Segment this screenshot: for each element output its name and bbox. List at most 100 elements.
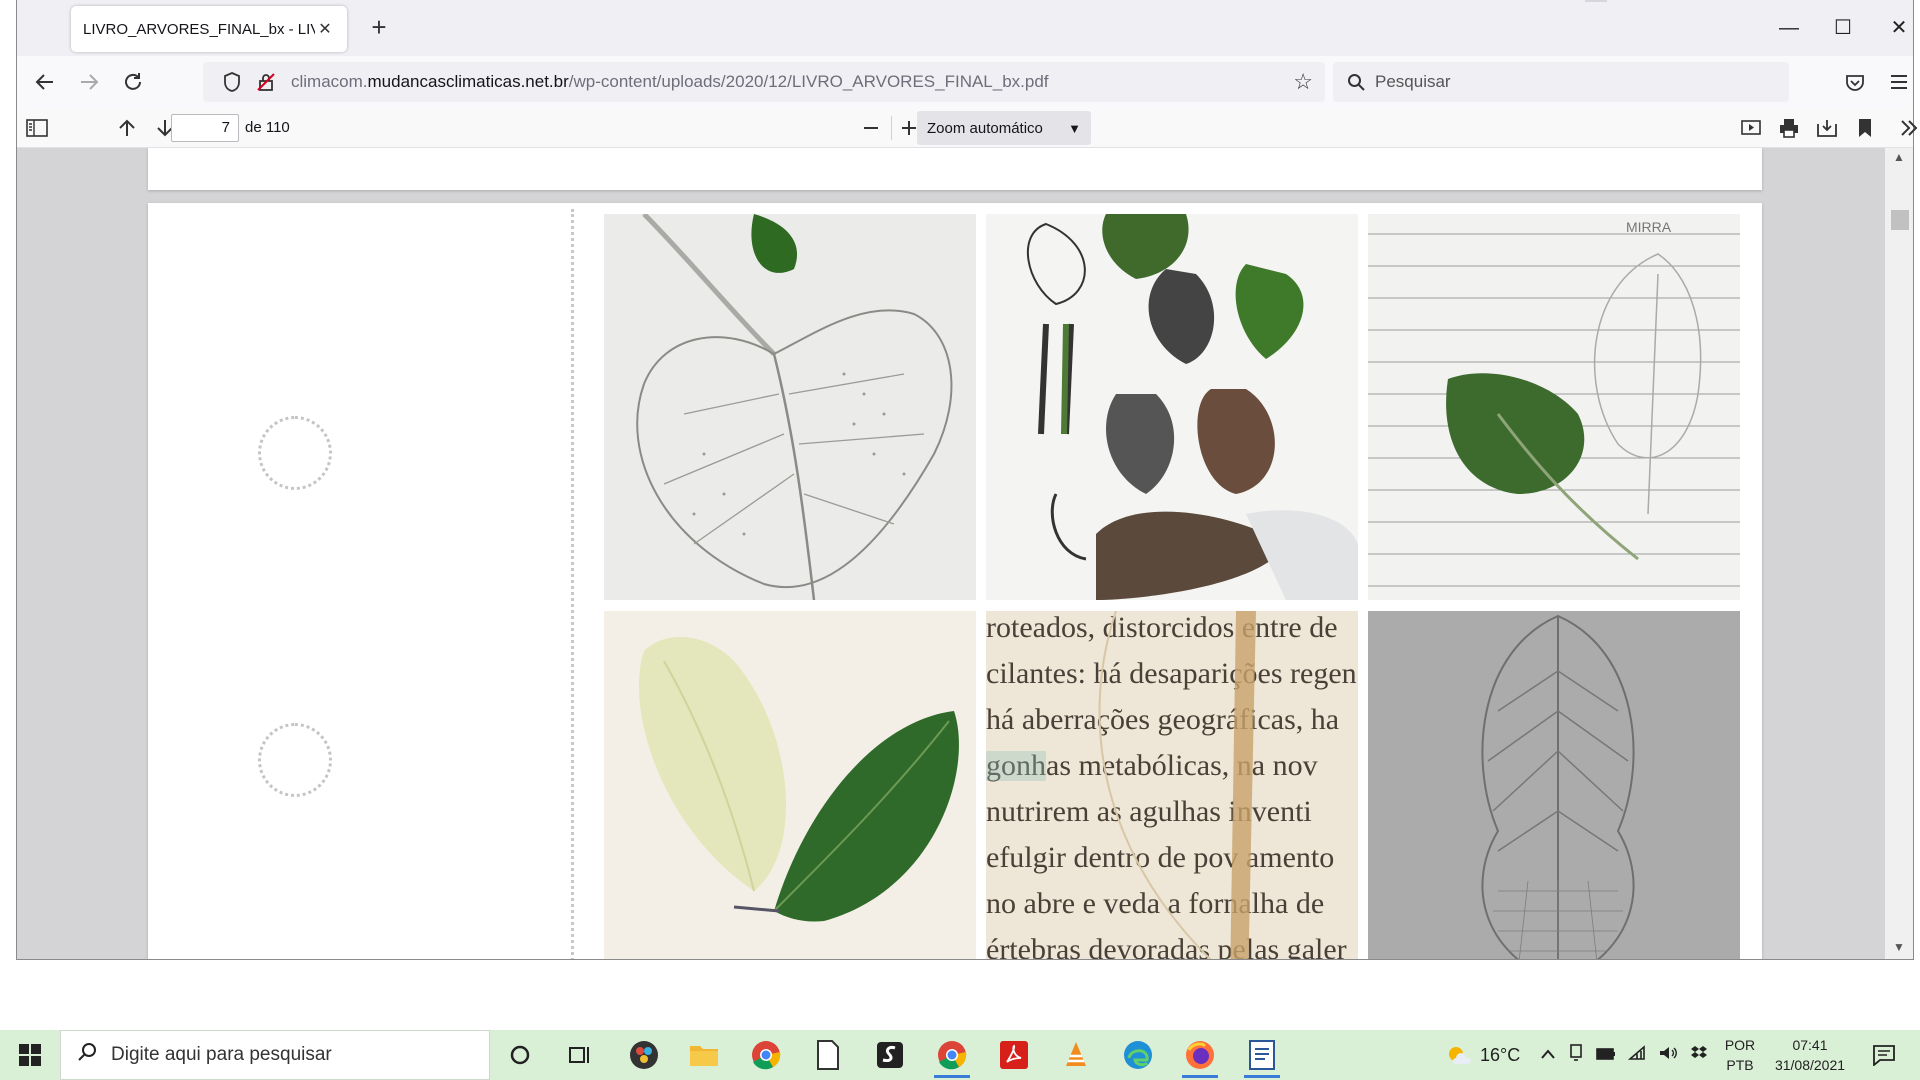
navigation-bar: climacom.mudancasclimaticas.net.br/wp-co… xyxy=(17,56,1913,108)
meet-now-icon[interactable] xyxy=(1568,1044,1584,1066)
pocket-icon xyxy=(1846,75,1864,91)
dotted-circle-ornament xyxy=(258,723,332,797)
hamburger-menu-icon xyxy=(1891,75,1907,89)
chrome-app[interactable] xyxy=(742,1032,790,1078)
acrobat-app[interactable] xyxy=(990,1032,1038,1078)
document-app[interactable] xyxy=(804,1032,852,1078)
previous-page xyxy=(148,148,1762,190)
clock[interactable]: 07:41 31/08/2021 xyxy=(1768,1030,1852,1080)
forward-arrow-icon xyxy=(81,74,99,90)
app-s-icon xyxy=(877,1042,903,1068)
download-button[interactable] xyxy=(1811,112,1843,144)
pdf-viewer[interactable]: MIRRA roteados, distorcidos entre de cil… xyxy=(17,148,1913,959)
dotted-divider xyxy=(571,209,574,959)
photo-leaf-lined-paper: MIRRA xyxy=(1368,214,1740,600)
page-text-line: efulgir dentro de pov amento xyxy=(986,841,1334,874)
browser-tab[interactable]: LIVRO_ARVORES_FINAL_bx - LIVRO_ ✕ xyxy=(71,6,347,52)
url-text: climacom.mudancasclimaticas.net.br/wp-co… xyxy=(291,72,1049,92)
chevron-down-icon: ▼ xyxy=(1068,120,1081,136)
dropbox-icon[interactable] xyxy=(1690,1045,1708,1065)
sidebar-icon xyxy=(26,119,48,137)
presentation-mode-button[interactable] xyxy=(1735,112,1767,144)
vlc-app[interactable] xyxy=(1052,1032,1100,1078)
notifications-button[interactable] xyxy=(1866,1030,1902,1080)
chrome-icon xyxy=(752,1041,781,1070)
minus-icon xyxy=(864,127,878,129)
input-language-indicator[interactable]: POR PTB xyxy=(1722,1030,1758,1080)
page-total-label: de 110 xyxy=(245,119,290,136)
start-button[interactable] xyxy=(0,1030,60,1080)
forward-button[interactable] xyxy=(71,64,107,100)
close-window-button[interactable]: ✕ xyxy=(1881,10,1917,46)
page-text-line: cilantes: há desaparições regen xyxy=(986,657,1357,690)
tools-button[interactable] xyxy=(1893,112,1920,144)
pdf-toolbar: 7 de 110 Zoom automático ▼ xyxy=(17,108,1918,148)
taskbar-search-box[interactable]: Digite aqui para pesquisar xyxy=(60,1030,490,1080)
print-button[interactable] xyxy=(1773,112,1805,144)
reload-icon xyxy=(125,73,141,90)
printer-icon xyxy=(1780,119,1798,138)
maximize-button[interactable]: ☐ xyxy=(1825,10,1861,46)
previous-page-button[interactable] xyxy=(111,112,143,144)
close-tab-icon[interactable]: ✕ xyxy=(315,19,335,39)
photo-leaf-stamps xyxy=(986,214,1358,600)
cortana-button[interactable] xyxy=(496,1032,544,1078)
search-bar[interactable]: Pesquisar xyxy=(1333,62,1789,102)
windows-logo-icon xyxy=(19,1044,41,1066)
tab-bar: LIVRO_ARVORES_FINAL_bx - LIVRO_ ✕ + — ☐ … xyxy=(17,0,1913,56)
vlc-cone-icon xyxy=(1066,1042,1086,1066)
task-view-button[interactable] xyxy=(556,1032,604,1078)
photo-leaf-skeleton-text: roteados, distorcidos entre de cilantes:… xyxy=(986,611,1358,959)
wifi-icon[interactable] xyxy=(1627,1045,1646,1065)
page-text-line: roteados, distorcidos entre de xyxy=(986,611,1338,644)
arrow-up-icon xyxy=(119,119,135,136)
url-path: /wp-content/uploads/2020/12/LIVRO_ARVORE… xyxy=(568,72,1049,91)
presentation-icon xyxy=(1741,120,1761,135)
chrome-icon xyxy=(938,1041,967,1070)
word-document-icon xyxy=(1249,1040,1275,1070)
edge-app[interactable] xyxy=(1114,1032,1162,1078)
new-tab-button[interactable]: + xyxy=(363,12,395,44)
zoom-select[interactable]: Zoom automático ▼ xyxy=(917,111,1091,145)
battery-icon[interactable] xyxy=(1596,1047,1616,1064)
page-text-line: há aberrações geográficas, ha xyxy=(986,703,1339,736)
back-button[interactable] xyxy=(27,64,63,100)
menu-button[interactable] xyxy=(1881,64,1917,100)
firefox-app[interactable] xyxy=(1176,1032,1224,1078)
page-number-input[interactable]: 7 xyxy=(171,114,239,142)
page-text-line: értebras devoradas pelas galer xyxy=(986,933,1347,959)
vertical-scrollbar[interactable]: ▲ ▼ xyxy=(1885,148,1913,959)
weather-widget[interactable]: 16°C xyxy=(1446,1030,1520,1080)
pdf-page: MIRRA roteados, distorcidos entre de cil… xyxy=(148,203,1762,959)
acrobat-icon xyxy=(1000,1041,1028,1069)
inkscape-app[interactable] xyxy=(866,1032,914,1078)
mirra-label: MIRRA xyxy=(1626,219,1672,235)
clock-time: 07:41 xyxy=(1792,1037,1828,1053)
scroll-down-arrow-icon[interactable]: ▼ xyxy=(1885,940,1913,954)
cortana-circle-icon xyxy=(510,1045,530,1065)
word-document-app[interactable] xyxy=(1238,1032,1286,1078)
insecure-lock-icon[interactable] xyxy=(255,71,277,93)
dotted-circle-ornament xyxy=(258,416,332,490)
file-explorer-app[interactable] xyxy=(680,1032,728,1078)
tracking-protection-icon[interactable] xyxy=(221,71,243,93)
scroll-up-arrow-icon[interactable]: ▲ xyxy=(1885,150,1913,164)
photo-pressed-leaves xyxy=(604,611,976,959)
davinci-resolve-app[interactable] xyxy=(620,1032,668,1078)
address-bar[interactable]: climacom.mudancasclimaticas.net.br/wp-co… xyxy=(203,62,1325,102)
chevron-up-icon[interactable] xyxy=(1540,1047,1556,1064)
bookmark-button[interactable] xyxy=(1849,112,1881,144)
pocket-button[interactable] xyxy=(1837,64,1873,100)
save-icon xyxy=(1817,120,1837,137)
plus-icon xyxy=(902,121,916,135)
scrollbar-thumb[interactable] xyxy=(1891,210,1909,230)
sidebar-toggle-button[interactable] xyxy=(21,112,53,144)
reload-button[interactable] xyxy=(115,64,151,100)
zoom-out-button[interactable] xyxy=(855,112,887,144)
task-view-icon xyxy=(569,1047,589,1063)
bookmark-star-icon[interactable]: ☆ xyxy=(1293,69,1313,95)
url-domain: mudancasclimaticas.net.br xyxy=(367,72,569,91)
chrome-profile-app[interactable] xyxy=(928,1032,976,1078)
volume-icon[interactable] xyxy=(1658,1045,1678,1065)
minimize-button[interactable]: — xyxy=(1771,10,1807,46)
